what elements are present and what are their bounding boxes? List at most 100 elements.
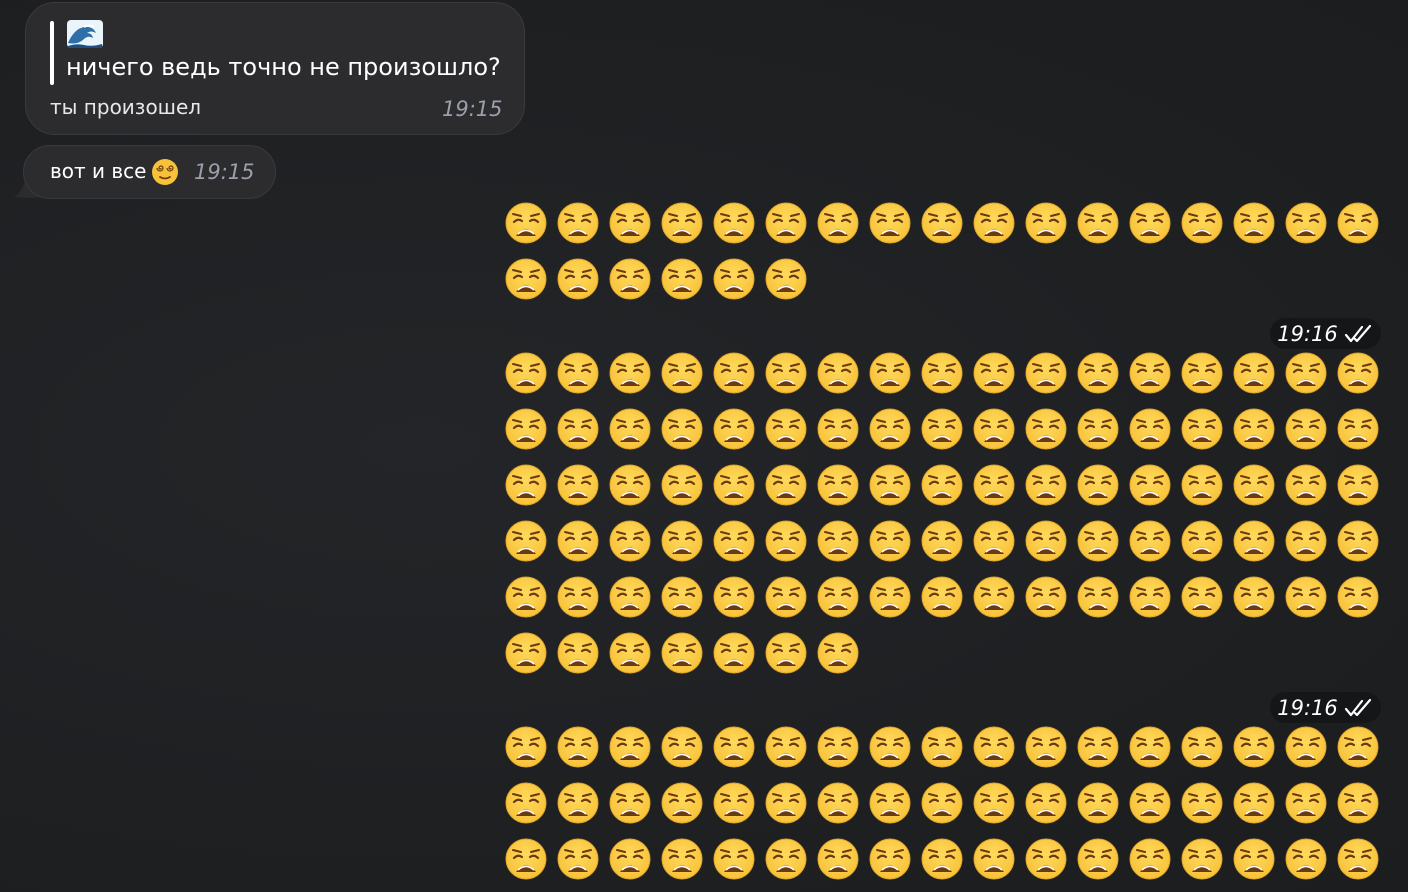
emoji-cell — [864, 345, 916, 401]
incoming-message-reply[interactable]: ничего ведь точно не произошло? ты произ… — [25, 2, 525, 135]
emoji-cell — [1124, 345, 1176, 401]
emoji-cell — [1332, 569, 1384, 625]
emoji-cell — [864, 569, 916, 625]
weary-face-icon — [973, 352, 1015, 394]
weary-face-icon — [921, 838, 963, 880]
emoji-cell — [1020, 401, 1072, 457]
emoji-cell — [812, 195, 864, 251]
weary-face-icon — [1285, 464, 1327, 506]
weary-face-icon — [921, 352, 963, 394]
weary-face-icon — [661, 464, 703, 506]
weary-face-icon — [505, 632, 547, 674]
weary-face-icon — [869, 726, 911, 768]
emoji-cell — [500, 775, 552, 831]
emoji-cell — [552, 831, 604, 887]
weary-face-icon — [1285, 838, 1327, 880]
weary-face-icon — [869, 352, 911, 394]
emoji-cell — [760, 569, 812, 625]
emoji-cell — [916, 345, 968, 401]
weary-face-icon — [1077, 408, 1119, 450]
weary-face-icon — [1181, 838, 1223, 880]
weary-face-icon — [1077, 782, 1119, 824]
emoji-cell — [1176, 831, 1228, 887]
emoji-cell — [1332, 719, 1384, 775]
weary-face-icon — [1337, 408, 1379, 450]
weary-face-icon — [505, 464, 547, 506]
emoji-cell — [1176, 569, 1228, 625]
emoji-cell — [1176, 345, 1228, 401]
message-text: вот и все — [50, 159, 147, 183]
weary-face-icon — [1337, 838, 1379, 880]
emoji-cell — [1176, 775, 1228, 831]
emoji-cell — [1020, 831, 1072, 887]
emoji-cell — [812, 719, 864, 775]
emoji-cell — [864, 457, 916, 513]
weary-face-icon — [557, 464, 599, 506]
emoji-cell — [864, 195, 916, 251]
weary-face-icon — [921, 464, 963, 506]
outgoing-emoji-message[interactable] — [500, 345, 1384, 681]
emoji-cell — [1280, 719, 1332, 775]
weary-face-icon — [921, 782, 963, 824]
weary-face-icon — [661, 782, 703, 824]
weary-face-icon — [1337, 202, 1379, 244]
weary-face-icon — [1025, 576, 1067, 618]
emoji-cell — [656, 569, 708, 625]
emoji-cell — [500, 625, 552, 681]
weary-face-icon — [505, 576, 547, 618]
emoji-cell — [916, 719, 968, 775]
emoji-cell — [1124, 195, 1176, 251]
emoji-cell — [604, 195, 656, 251]
weary-face-icon — [1129, 726, 1171, 768]
weary-face-icon — [765, 576, 807, 618]
outgoing-emoji-message[interactable] — [500, 719, 1384, 887]
weary-face-icon — [817, 520, 859, 562]
weary-face-icon — [1337, 352, 1379, 394]
emoji-cell — [968, 457, 1020, 513]
emoji-cell — [1280, 195, 1332, 251]
weary-face-icon — [557, 258, 599, 300]
weary-face-icon — [1337, 520, 1379, 562]
weary-face-icon — [1181, 464, 1223, 506]
weary-face-icon — [1285, 726, 1327, 768]
emoji-cell — [656, 251, 708, 307]
emoji-cell — [1072, 775, 1124, 831]
weary-face-icon — [1285, 408, 1327, 450]
emoji-cell — [604, 775, 656, 831]
emoji-cell — [760, 345, 812, 401]
emoji-cell — [1280, 775, 1332, 831]
emoji-cell — [500, 457, 552, 513]
emoji-cell — [1072, 719, 1124, 775]
weary-face-icon — [1025, 202, 1067, 244]
weary-face-icon — [505, 352, 547, 394]
emoji-cell — [708, 345, 760, 401]
weary-face-icon — [765, 520, 807, 562]
weary-face-icon — [557, 520, 599, 562]
emoji-cell — [760, 251, 812, 307]
weary-face-icon — [609, 726, 651, 768]
weary-face-icon — [713, 782, 755, 824]
emoji-cell — [604, 719, 656, 775]
emoji-cell — [1124, 401, 1176, 457]
emoji-cell — [1280, 401, 1332, 457]
emoji-cell — [1332, 345, 1384, 401]
incoming-message-short[interactable]: вот и все 19:15 — [23, 145, 276, 199]
emoji-cell — [812, 513, 864, 569]
emoji-cell — [500, 345, 552, 401]
emoji-cell — [1072, 345, 1124, 401]
emoji-cell — [1280, 345, 1332, 401]
emoji-cell — [552, 345, 604, 401]
weary-face-icon — [765, 838, 807, 880]
weary-face-icon — [765, 352, 807, 394]
emoji-cell — [708, 719, 760, 775]
outgoing-emoji-message[interactable] — [500, 195, 1384, 307]
emoji-cell — [968, 775, 1020, 831]
emoji-cell — [1332, 457, 1384, 513]
emoji-cell — [1332, 513, 1384, 569]
weary-face-icon — [1285, 202, 1327, 244]
emoji-cell — [1176, 719, 1228, 775]
emoji-cell — [760, 719, 812, 775]
weary-face-icon — [661, 632, 703, 674]
emoji-cell — [1020, 775, 1072, 831]
chat-area: ничего ведь точно не произошло? ты произ… — [0, 0, 1408, 892]
